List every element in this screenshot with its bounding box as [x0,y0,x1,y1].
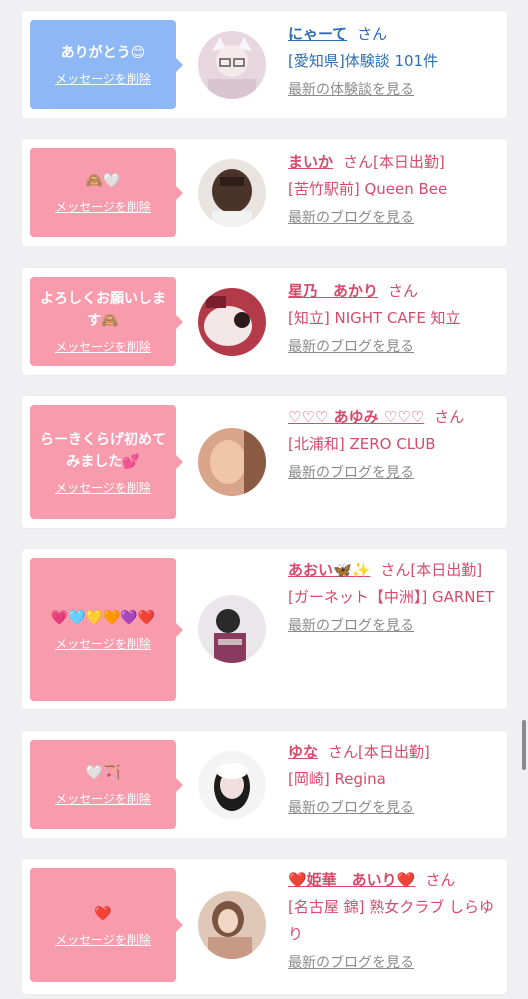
user-name-link[interactable]: にゃーて [288,25,347,43]
user-name-link[interactable]: ❤️姫華 あいり❤️ [288,871,415,889]
delete-message-link[interactable]: メッセージを削除 [55,198,151,215]
message-bubble: よろしくお願いします🙈 メッセージを削除 [30,277,183,366]
delete-message-link[interactable]: メッセージを削除 [55,70,151,87]
user-info: まいか さん[本日出勤] [苦竹駅前] Queen Bee 最新のブログを見る [288,149,498,229]
message-bubble: 💗🩵💛🧡💜❤️ メッセージを削除 [30,558,183,701]
message-text: 🤍🏹 [85,765,121,781]
honorific: さん [388,282,419,300]
message-card: らーきくらげ初めてみました💕 メッセージを削除 ♡♡♡ あゆみ ♡♡♡ さん [北… [22,396,507,528]
message-bubble: ありがとう😊 メッセージを削除 [30,20,183,109]
message-text: ❤️ [94,905,112,922]
user-info: ゆな さん[本日出勤] [岡崎] Regina 最新のブログを見る [288,739,498,819]
message-text: 🙈🤍 [85,173,121,189]
avatar[interactable] [198,159,266,227]
message-card: よろしくお願いします🙈 メッセージを削除 星乃 あかり さん [知立] NIGHT… [22,268,507,375]
latest-blog-link[interactable]: 最新のブログを見る [288,615,414,637]
user-name-link[interactable]: ♡♡♡ あゆみ ♡♡♡ [288,408,424,426]
user-info: ♡♡♡ あゆみ ♡♡♡ さん [北浦和] ZERO CLUB 最新のブログを見る [288,404,498,484]
shop-info: [ガーネット【中洲】] GARNET [288,588,495,606]
shop-info: [苦竹駅前] Queen Bee [288,180,448,198]
message-card: 💗🩵💛🧡💜❤️ メッセージを削除 あおい🦋✨ さん[本日出勤] [ガーネット【中洲… [22,549,507,709]
avatar[interactable] [198,595,266,663]
honorific: さん [425,871,456,889]
latest-reviews-link[interactable]: 最新の体験談を見る [288,79,414,101]
shop-info: [名古屋 錦] 熟女クラブ しらゆり [288,898,495,943]
message-card: ありがとう😊 メッセージを削除 にゃーて さん [愛知県]体験談 101件 最新の… [22,11,507,118]
shop-info: [北浦和] ZERO CLUB [288,435,436,453]
message-text: らーきくらげ初めてみました💕 [40,431,166,470]
message-text: よろしくお願いします🙈 [40,291,166,329]
shop-info: [岡崎] Regina [288,770,386,788]
honorific: さん[本日出勤] [343,153,445,171]
message-card: ❤️ メッセージを削除 ❤️姫華 あいり❤️ さん [名古屋 錦] 熟女クラブ し… [22,859,507,994]
user-info: にゃーて さん [愛知県]体験談 101件 最新の体験談を見る [288,21,498,101]
message-card: 🙈🤍 メッセージを削除 まいか さん[本日出勤] [苦竹駅前] Queen Bee… [22,139,507,246]
message-bubble: ❤️ メッセージを削除 [30,868,183,982]
avatar[interactable] [198,31,266,99]
user-info: 星乃 あかり さん [知立] NIGHT CAFE 知立 最新のブログを見る [288,278,498,358]
scrollbar[interactable] [522,720,526,770]
honorific: さん[本日出勤] [380,561,483,579]
delete-message-link[interactable]: メッセージを削除 [55,931,151,948]
latest-blog-link[interactable]: 最新のブログを見る [288,462,414,484]
user-name-link[interactable]: 星乃 あかり [288,282,378,300]
latest-blog-link[interactable]: 最新のブログを見る [288,952,414,974]
message-bubble: 🤍🏹 メッセージを削除 [30,740,183,829]
honorific: さん [357,25,388,43]
latest-blog-link[interactable]: 最新のブログを見る [288,797,414,819]
latest-blog-link[interactable]: 最新のブログを見る [288,336,414,358]
user-name-link[interactable]: ゆな [288,743,318,761]
user-name-link[interactable]: あおい🦋✨ [288,561,370,579]
latest-blog-link[interactable]: 最新のブログを見る [288,207,414,229]
avatar[interactable] [198,891,266,959]
message-bubble: らーきくらげ初めてみました💕 メッセージを削除 [30,405,183,519]
shop-info: [知立] NIGHT CAFE 知立 [288,309,461,327]
user-info: あおい🦋✨ さん[本日出勤] [ガーネット【中洲】] GARNET 最新のブログを… [288,557,498,637]
honorific: さん[本日出勤] [328,743,430,761]
user-name-link[interactable]: まいか [288,153,333,171]
avatar[interactable] [198,751,266,819]
delete-message-link[interactable]: メッセージを削除 [55,635,151,652]
delete-message-link[interactable]: メッセージを削除 [55,790,151,807]
avatar[interactable] [198,288,266,356]
delete-message-link[interactable]: メッセージを削除 [55,338,151,355]
message-bubble: 🙈🤍 メッセージを削除 [30,148,183,237]
user-info: ❤️姫華 あいり❤️ さん [名古屋 錦] 熟女クラブ しらゆり 最新のブログを見… [288,867,498,974]
message-card: 🤍🏹 メッセージを削除 ゆな さん[本日出勤] [岡崎] Regina 最新のブロ… [22,731,507,838]
avatar[interactable] [198,428,266,496]
shop-info: [愛知県]体験談 101件 [288,52,439,70]
message-text: ありがとう😊 [60,45,146,61]
delete-message-link[interactable]: メッセージを削除 [55,479,151,496]
message-text: 💗🩵💛🧡💜❤️ [50,610,156,626]
honorific: さん [434,408,465,426]
